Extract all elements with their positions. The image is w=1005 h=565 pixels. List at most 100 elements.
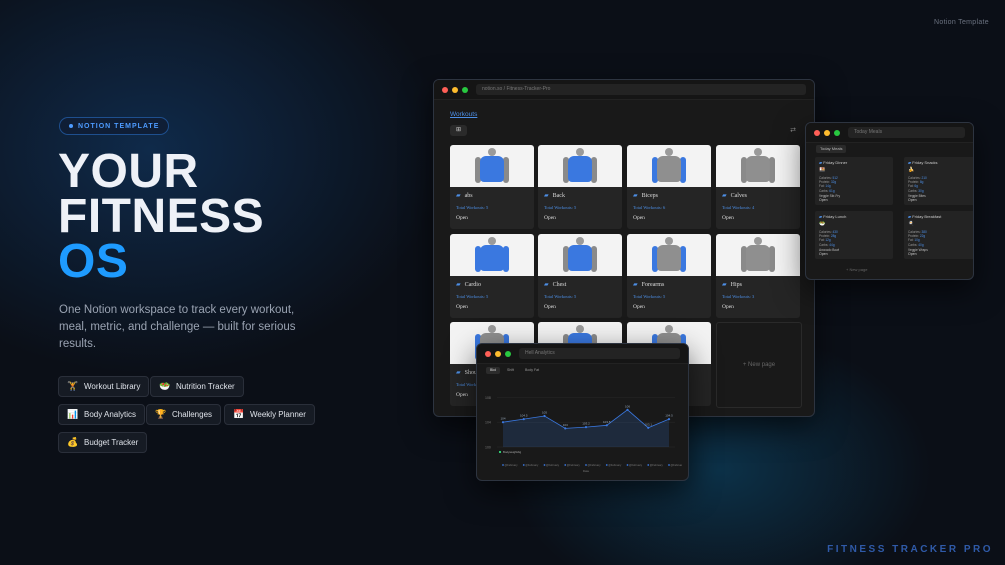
data-point [667,418,671,421]
money-bag-icon: 💰 [67,437,79,447]
open-button[interactable]: Open [819,252,828,256]
workout-card[interactable]: ▰ Chest Total Workouts: 5 Open [538,234,622,318]
total-workouts: Total Workouts: 5 [544,205,577,210]
chip-weekly-planner[interactable]: 📅 Weekly Planner [224,404,315,425]
legend-swatch [499,451,501,453]
meal-card[interactable]: ▰ Friday Lunch 🥗 Calories: 430 Protein: 28g… [815,211,893,259]
open-button[interactable]: Open [908,252,917,256]
maximize-dot-icon[interactable] [834,129,840,136]
chip-challenges[interactable]: 🏆 Challenges [146,404,222,425]
minimize-dot-icon[interactable] [495,350,501,357]
data-point [605,424,608,427]
workout-card[interactable]: ▰ Hips Total Workouts: 3 Open [716,234,800,318]
data-label: 106 [625,404,630,408]
new-page-link[interactable]: + New page [846,267,867,272]
muscle-thumbnail [538,234,622,276]
muscle-figure-icon [563,237,597,276]
badge-label: NOTION TEMPLATE [78,122,160,130]
open-button[interactable]: Open [819,198,828,202]
muscle-thumbnail [538,145,622,187]
meal-title: ▰ Friday Breakfast [908,214,942,219]
data-label: 104.5 [520,414,528,418]
open-button[interactable]: Open [544,304,556,310]
address-bar[interactable]: notion.so / Fitness-Tracker-Pro [476,84,806,95]
meal-icon: 🍌 [908,167,915,173]
window-titlebar: Today Meals [806,123,973,143]
maximize-dot-icon[interactable] [462,86,468,93]
chip-body-analytics[interactable]: 📊 Body Analytics [58,404,146,425]
workout-card-title: ▰ Biceps [633,192,658,200]
open-button[interactable]: Open [633,215,645,221]
view-toggle-button[interactable]: ⊞ [450,125,467,136]
chip-budget-tracker[interactable]: 💰 Budget Tracker [58,432,148,453]
x-tick-label: @February [525,463,539,467]
filter-icon[interactable]: ⇄ [790,126,796,134]
minimize-dot-icon[interactable] [824,129,830,136]
data-point [626,408,629,411]
open-button[interactable]: Open [544,215,556,221]
y-tick-label: 104 [485,421,491,425]
muscle-icon: ▰ [544,282,549,288]
meal-card[interactable]: ▰ Friday Breakfast 🍳 Calories: 380 Protein:… [904,211,973,259]
total-workouts: Total Workouts: 4 [722,205,755,210]
address-bar[interactable]: Today Meals [848,127,965,138]
workout-card[interactable]: ▰ Back Total Workouts: 5 Open [538,145,622,229]
tab-shift[interactable]: Shift [503,367,518,374]
today-meals-button[interactable]: Today Meals [816,145,847,153]
chip-workout-library[interactable]: 🏋 Workout Library [58,376,150,397]
workout-card[interactable]: ▰ Biceps Total Workouts: 6 Open [627,145,711,229]
muscle-icon: ▰ [456,282,461,288]
workouts-title[interactable]: Workouts [450,111,477,118]
workout-card[interactable]: ▰ Forearms Total Workouts: 5 Open [627,234,711,318]
muscle-icon: ▰ [633,193,638,199]
open-button[interactable]: Open [456,304,468,310]
muscle-thumbnail [716,145,800,187]
open-button[interactable]: Open [456,215,468,221]
workout-card-title: ▰ Forearms [633,281,664,289]
workout-name: Back [552,192,565,199]
meal-card[interactable]: ▰ Friday Dinner 🍱 Calories: 512 Protein: 32… [815,157,893,205]
hero-line-1: YOUR [58,145,199,198]
tab-body-fat[interactable]: Body Fat [521,367,543,374]
data-label: 105 [542,411,547,415]
open-button[interactable]: Open [722,215,734,221]
open-button[interactable]: Open [908,198,917,202]
data-point [647,426,650,429]
trophy-icon: 🏆 [155,409,167,419]
maximize-dot-icon[interactable] [505,350,511,357]
close-dot-icon[interactable] [442,86,448,93]
muscle-icon: ▰ [633,282,638,288]
meal-card[interactable]: ▰ Friday Snacks 🍌 Calories: 210 Protein: 8g… [904,157,973,205]
minimize-dot-icon[interactable] [452,86,458,93]
workout-card[interactable]: ▰ Calves Total Workouts: 4 Open [716,145,800,229]
bar-chart-icon: 📊 [67,409,79,419]
close-dot-icon[interactable] [814,129,820,136]
open-button[interactable]: Open [456,392,468,398]
muscle-thumbnail [627,234,711,276]
meal-title: ▰ Friday Snacks [908,160,938,165]
muscle-icon: ▰ [456,193,461,199]
x-tick-label: @February [567,463,581,467]
chip-label: Nutrition Tracker [176,382,235,391]
muscle-thumbnail [450,145,534,187]
total-workouts: Total Workouts: 5 [544,294,577,299]
address-bar[interactable]: Hell Analytics [519,348,680,359]
muscle-figure-icon [475,237,509,276]
data-point [584,426,588,429]
open-button[interactable]: Open [633,304,645,310]
tab-bkd[interactable]: Bkd [486,367,501,374]
workout-name: Cardio [464,281,481,288]
muscle-thumbnail [627,145,711,187]
new-page-button[interactable]: + New page [716,322,802,408]
meal-icon: 🥗 [819,221,826,227]
muscle-thumbnail [716,234,800,276]
area-fill [503,409,669,447]
workout-card[interactable]: ▰ abs Total Workouts: 5 Open [450,145,534,229]
data-point [543,414,546,418]
close-dot-icon[interactable] [485,350,491,357]
workout-card[interactable]: ▰ Cardio Total Workouts: 5 Open [450,234,534,318]
badge-dot [69,124,73,128]
open-button[interactable]: Open [722,304,734,310]
muscle-figure-icon [475,148,509,187]
chip-nutrition-tracker[interactable]: 🥗 Nutrition Tracker [150,376,244,397]
